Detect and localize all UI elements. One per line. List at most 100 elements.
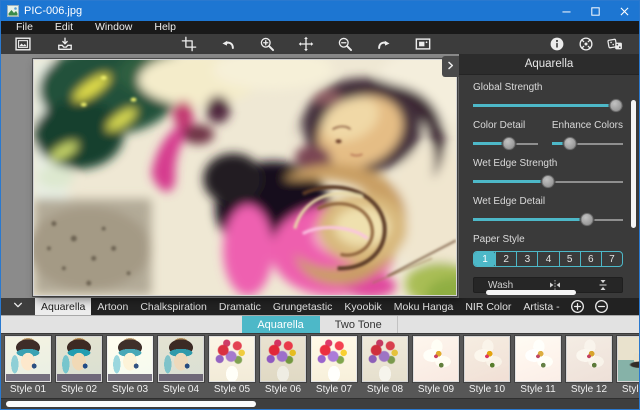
style-thumbnail[interactable] bbox=[260, 336, 306, 382]
flip-v-icon[interactable] bbox=[596, 278, 610, 292]
style-item[interactable]: Style 11 bbox=[514, 336, 562, 398]
open-image-icon[interactable] bbox=[15, 36, 31, 52]
paper-style-option[interactable]: 2 bbox=[495, 252, 516, 266]
strip-scrollbar bbox=[1, 398, 639, 409]
style-item[interactable]: Style 02 bbox=[55, 336, 103, 398]
style-thumbnail[interactable] bbox=[107, 336, 153, 382]
category-tab[interactable]: Artoon bbox=[91, 298, 134, 315]
category-tab[interactable]: Moku Hanga bbox=[388, 298, 460, 315]
style-thumbnail[interactable] bbox=[158, 336, 204, 382]
style-item[interactable]: Style 07 bbox=[310, 336, 358, 398]
enhance-colors-label: Enhance Colors bbox=[552, 120, 623, 131]
style-thumbnail[interactable] bbox=[209, 336, 255, 382]
undo-icon[interactable] bbox=[220, 36, 236, 52]
slider-thumb[interactable] bbox=[502, 137, 515, 150]
category-tab[interactable]: Dramatic bbox=[213, 298, 267, 315]
zoom-out-icon[interactable] bbox=[337, 36, 353, 52]
paper-style-option[interactable]: 6 bbox=[580, 252, 601, 266]
toolbar bbox=[1, 34, 639, 54]
category-tab[interactable]: Chalkspiration bbox=[134, 298, 213, 315]
wet-edge-strength-label: Wet Edge Strength bbox=[473, 158, 623, 169]
paper-style-option[interactable]: 4 bbox=[537, 252, 558, 266]
crop-icon[interactable] bbox=[181, 36, 197, 52]
style-label: Style 09 bbox=[418, 384, 454, 395]
maximize-icon[interactable] bbox=[581, 1, 610, 21]
randomize-icon[interactable] bbox=[607, 36, 623, 52]
slider-thumb[interactable] bbox=[542, 175, 555, 188]
tab-actions bbox=[570, 298, 609, 315]
style-item[interactable]: Style 04 bbox=[157, 336, 205, 398]
style-label: Style 02 bbox=[61, 384, 97, 395]
style-thumbnail[interactable] bbox=[617, 336, 639, 382]
style-item[interactable]: Style 09 bbox=[412, 336, 460, 398]
color-detail-slider[interactable] bbox=[473, 137, 538, 150]
style-item[interactable]: Style 10 bbox=[463, 336, 511, 398]
style-label: Style 13 bbox=[622, 384, 639, 395]
category-tab[interactable]: Artista - bbox=[517, 298, 565, 315]
fit-image-icon[interactable] bbox=[415, 36, 431, 52]
menubar: FileEditWindowHelp bbox=[1, 21, 639, 34]
window-controls bbox=[552, 1, 639, 21]
wet-edge-detail-slider[interactable] bbox=[473, 213, 623, 226]
strip-collapse-button[interactable] bbox=[1, 298, 35, 315]
style-label: Style 10 bbox=[469, 384, 505, 395]
style-item[interactable]: Style 03 bbox=[106, 336, 154, 398]
redo-icon[interactable] bbox=[376, 36, 392, 52]
paper-style-option[interactable]: 5 bbox=[559, 252, 580, 266]
save-icon[interactable] bbox=[57, 36, 73, 52]
style-thumbnail[interactable] bbox=[5, 336, 51, 382]
toolbar-right-group bbox=[549, 36, 623, 52]
preset-tab[interactable]: Two Tone bbox=[320, 316, 398, 333]
style-label: Style 08 bbox=[367, 384, 403, 395]
style-thumbnail[interactable] bbox=[311, 336, 357, 382]
menu-item[interactable]: File bbox=[5, 21, 44, 34]
add-icon[interactable] bbox=[570, 299, 585, 314]
paper-style-option[interactable]: 3 bbox=[516, 252, 537, 266]
menu-item[interactable]: Edit bbox=[44, 21, 84, 34]
zoom-in-icon[interactable] bbox=[259, 36, 275, 52]
slider-thumb[interactable] bbox=[581, 213, 594, 226]
panel-collapse-button[interactable] bbox=[442, 56, 459, 77]
style-thumbnail[interactable] bbox=[566, 336, 612, 382]
category-tab[interactable]: Aquarella bbox=[35, 298, 91, 315]
slider-thumb[interactable] bbox=[563, 137, 576, 150]
slider-thumb[interactable] bbox=[609, 99, 622, 112]
category-tab[interactable]: NIR Color bbox=[459, 298, 517, 315]
menu-item[interactable]: Help bbox=[143, 21, 187, 34]
paper-style-option[interactable]: 1 bbox=[474, 252, 495, 266]
category-tab[interactable]: Grungetastic bbox=[267, 298, 339, 315]
menu-item[interactable]: Window bbox=[84, 21, 143, 34]
global-strength-slider[interactable] bbox=[473, 99, 623, 112]
minimize-icon[interactable] bbox=[552, 1, 581, 21]
style-item[interactable]: Style 05 bbox=[208, 336, 256, 398]
enhance-colors-slider[interactable] bbox=[552, 137, 623, 150]
style-thumbnail[interactable] bbox=[464, 336, 510, 382]
close-icon[interactable] bbox=[610, 1, 639, 21]
category-tab[interactable]: Kyoobik bbox=[338, 298, 387, 315]
canvas-image[interactable] bbox=[33, 59, 457, 296]
wet-edge-strength-slider[interactable] bbox=[473, 175, 623, 188]
panel-vertical-scrollbar[interactable] bbox=[631, 100, 636, 228]
remove-icon[interactable] bbox=[594, 299, 609, 314]
info-icon[interactable] bbox=[549, 36, 565, 52]
category-tabs: AquarellaArtoonChalkspirationDramaticGru… bbox=[35, 298, 566, 315]
style-thumbnail[interactable] bbox=[413, 336, 459, 382]
app-window: PIC-006.jpg FileEditWindowHelp bbox=[0, 0, 640, 410]
strip-scrollbar-thumb[interactable] bbox=[6, 401, 256, 407]
style-item[interactable]: Style 08 bbox=[361, 336, 409, 398]
global-strength-label: Global Strength bbox=[473, 82, 623, 93]
style-thumbnail[interactable] bbox=[362, 336, 408, 382]
panel-horizontal-scrollbar[interactable] bbox=[486, 290, 576, 295]
move-icon[interactable] bbox=[298, 36, 314, 52]
style-item[interactable]: Style 06 bbox=[259, 336, 307, 398]
style-thumbnail[interactable] bbox=[56, 336, 102, 382]
style-item[interactable]: Style 12 bbox=[565, 336, 613, 398]
paper-style-option[interactable]: 7 bbox=[601, 252, 622, 266]
style-item[interactable]: Style 01 bbox=[4, 336, 52, 398]
style-thumbnail[interactable] bbox=[515, 336, 561, 382]
style-label: Style 06 bbox=[265, 384, 301, 395]
preset-tab[interactable]: Aquarella bbox=[242, 316, 319, 333]
style-item[interactable]: Style 13 bbox=[616, 336, 639, 398]
wet-edge-detail-label: Wet Edge Detail bbox=[473, 196, 623, 207]
settings-icon[interactable] bbox=[578, 36, 594, 52]
